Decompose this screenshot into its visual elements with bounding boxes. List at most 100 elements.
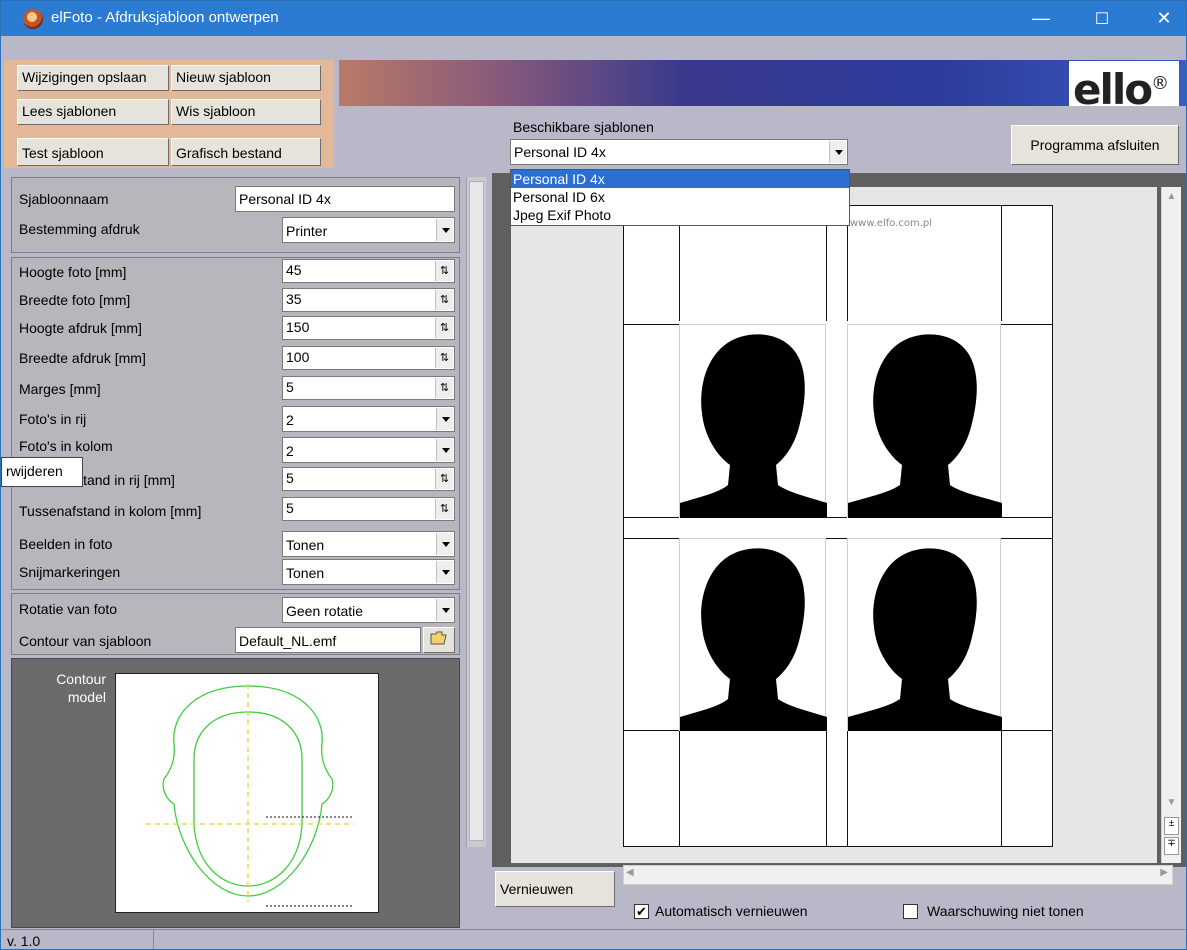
spin-arrows-icon[interactable]: ⇅ [435,348,453,368]
images-in-photo-select[interactable]: Tonen [282,531,455,557]
cut-marks-value: Tonen [286,565,325,581]
auto-refresh-label: Automatisch vernieuwen [655,903,808,919]
minimize-button[interactable]: — [1018,1,1064,36]
watermark-text: www.elfo.com.pl [850,218,933,229]
print-height-input[interactable]: 150 ⇅ [282,316,455,340]
template-option-1[interactable]: Personal ID 4x [511,170,849,188]
scroll-up-icon[interactable]: ▲ [1164,191,1179,206]
photos-per-row-select[interactable]: 2 [282,406,455,432]
spin-arrows-icon[interactable]: ⇅ [435,261,453,281]
photo-slot-1 [679,324,827,518]
margins-input[interactable]: 5 ⇅ [282,376,455,400]
scroll-down-icon[interactable]: ▼ [1164,797,1179,812]
delete-template-button[interactable]: Wis sjabloon [171,99,321,125]
open-folder-icon[interactable] [423,627,455,653]
version-text: v. 1.0 [7,933,41,949]
zoom-out-icon[interactable]: ∓ [1164,837,1179,855]
photo-height-value: 45 [286,262,302,278]
photo-width-value: 35 [286,291,302,307]
settings-scrollbar[interactable] [466,177,486,847]
print-page-preview: www.elfo.com.pl [623,205,1053,847]
cut-mark [1001,730,1053,731]
photo-slot-3 [679,538,827,731]
cut-mark [1001,324,1053,325]
rotation-value: Geen rotatie [286,603,364,619]
save-changes-button[interactable]: Wijzigingen opslaan [17,65,169,91]
photos-per-column-label: Foto's in kolom [19,438,113,454]
auto-refresh-checkbox[interactable]: ✔ [634,904,649,919]
zoom-in-icon[interactable]: ± [1164,817,1179,835]
maximize-button[interactable]: ☐ [1079,1,1125,36]
template-contour-input[interactable]: Default_NL.emf [235,627,421,653]
column-spacing-input[interactable]: 5 ⇅ [282,497,455,521]
photo-height-input[interactable]: 45 ⇅ [282,259,455,283]
cut-mark [623,517,679,518]
scrollbar-thumb[interactable] [469,181,484,841]
spin-arrows-icon[interactable]: ⇅ [435,469,453,489]
cut-mark [847,731,848,846]
print-destination-label: Bestemming afdruk [19,221,140,237]
contour-model-label-2: model [67,689,106,705]
print-width-input[interactable]: 100 ⇅ [282,346,455,370]
photos-per-column-value: 2 [286,443,294,459]
template-option-2[interactable]: Personal ID 6x [511,188,849,206]
close-button[interactable]: ✕ [1141,1,1186,36]
spin-arrows-icon[interactable]: ⇅ [435,318,453,338]
images-in-photo-label: Beelden in foto [19,536,113,552]
photo-slot-2 [847,324,1002,518]
rotation-select[interactable]: Geen rotatie [282,597,455,623]
cut-mark [1001,538,1053,539]
photo-width-input[interactable]: 35 ⇅ [282,288,455,312]
chevron-down-icon[interactable] [436,599,453,621]
chevron-down-icon[interactable] [436,219,453,241]
scroll-left-icon[interactable]: ◀ [626,867,634,878]
preview-vertical-scrollbar[interactable]: ▲ ▼ ± ∓ [1161,187,1181,863]
spin-arrows-icon[interactable]: ⇅ [435,378,453,398]
chevron-down-icon[interactable] [436,533,453,555]
ello-logo: ello® [1069,61,1179,112]
row-spacing-value: 5 [286,470,294,486]
graphic-file-button[interactable]: Grafisch bestand [171,138,321,166]
templates-label: Beschikbare sjablonen [513,119,654,135]
cut-marks-select[interactable]: Tonen [282,559,455,585]
template-option-3[interactable]: Jpeg Exif Photo [511,206,849,224]
photo-height-label: Hoogte foto [mm] [19,264,127,280]
chevron-down-icon[interactable] [829,141,846,163]
photos-per-column-select[interactable]: 2 [282,437,455,463]
print-height-label: Hoogte afdruk [mm] [19,320,142,336]
preview-horizontal-scrollbar[interactable]: ◀ ▶ [623,865,1173,885]
read-templates-button[interactable]: Lees sjablonen [17,99,169,125]
rotation-label: Rotatie van foto [19,601,118,617]
cut-mark [826,538,847,539]
chevron-down-icon[interactable] [436,439,453,461]
margins-label: Marges [mm] [19,381,101,397]
chevron-down-icon[interactable] [436,561,453,583]
cut-marks-label: Snijmarkeringen [19,564,121,580]
templates-select[interactable]: Personal ID 4x [510,139,848,165]
templates-dropdown-list: Personal ID 4x Personal ID 6x Jpeg Exif … [510,169,850,226]
new-template-button[interactable]: Nieuw sjabloon [171,65,321,91]
images-in-photo-value: Tonen [286,537,325,553]
template-name-input[interactable]: Personal ID 4x [235,186,455,212]
cut-mark [826,517,847,518]
scroll-right-icon[interactable]: ▶ [1160,867,1168,878]
refresh-button[interactable]: Vernieuwen [495,871,615,907]
column-spacing-value: 5 [286,500,294,516]
print-height-value: 150 [286,319,310,335]
exit-program-button[interactable]: Programma afsluiten [1011,125,1179,165]
cut-mark [826,731,827,846]
no-warning-checkbox[interactable] [903,904,918,919]
photo-slot-4 [847,538,1002,731]
cut-mark [1001,206,1002,321]
chevron-down-icon[interactable] [436,408,453,430]
cut-mark [623,324,679,325]
spin-arrows-icon[interactable]: ⇅ [435,290,453,310]
spin-arrows-icon[interactable]: ⇅ [435,499,453,519]
contour-model-label-1: Contour [56,671,106,687]
row-spacing-input[interactable]: 5 ⇅ [282,467,455,491]
cut-mark [623,538,679,539]
no-warning-label: Waarschuwing niet tonen [927,903,1084,919]
test-template-button[interactable]: Test sjabloon [17,138,169,166]
print-destination-select[interactable]: Printer [282,217,455,243]
photo-width-label: Breedte foto [mm] [19,292,131,308]
